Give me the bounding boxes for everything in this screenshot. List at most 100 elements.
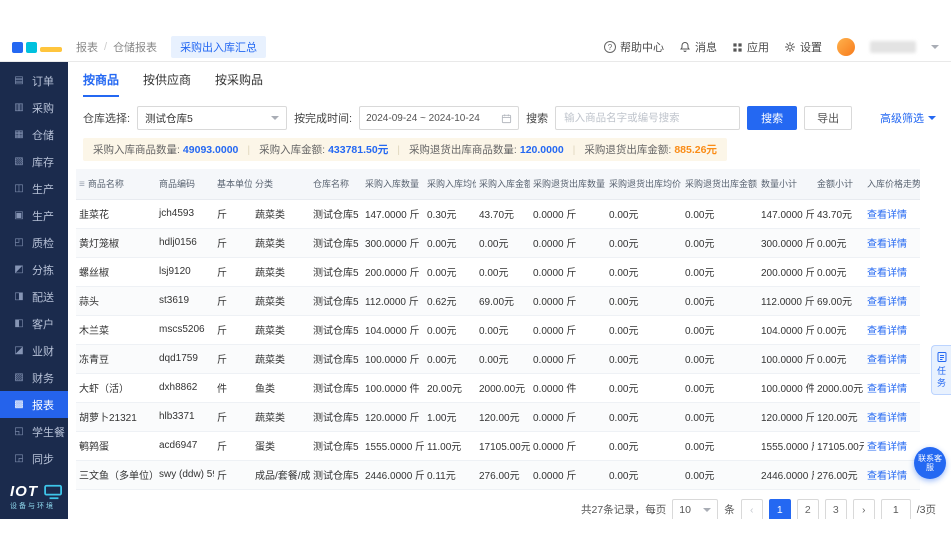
sidebar-nav: ▤订单▥采购▦仓储▧库存◫生产▣生产◰质检◩分拣◨配送◧客户◪业财▨财务▩报表◱… <box>0 67 68 472</box>
table-cell: 17105.00元 <box>476 431 530 460</box>
table-cell: 蔬菜类 <box>252 315 310 344</box>
column-header-12: 数量小计 <box>758 169 814 199</box>
avatar[interactable] <box>837 38 855 56</box>
breadcrumb-reports[interactable]: 报表 <box>76 39 98 55</box>
table-cell: 测试仓库5 <box>310 460 362 489</box>
table-row: 蒜头st3619斤蔬菜类测试仓库5112.0000 斤0.62元69.00元0.… <box>76 286 920 315</box>
pagination: 共27条记录，每页 10 条 ‹ 123 › 1 /3页 <box>68 490 951 520</box>
quality-check-icon: ◰ <box>13 237 25 248</box>
page-button-2[interactable]: 2 <box>797 499 819 520</box>
sidebar-item-label: 订单 <box>32 73 54 89</box>
sidebar-item-student-meals[interactable]: ◱学生餐 <box>0 418 68 445</box>
view-detail-link[interactable]: 查看详情 <box>867 442 907 453</box>
table-cell: 1555.0000 斤 <box>758 431 814 460</box>
sidebar-item-delivery[interactable]: ◨配送 <box>0 283 68 310</box>
table-cell: 2446.0000 斤 <box>362 460 424 489</box>
tab-by-product[interactable]: 按商品 <box>83 71 119 97</box>
warehouse-select-value: 测试仓库5 <box>145 111 193 126</box>
table-cell: 螺丝椒 <box>76 257 156 286</box>
date-range-picker[interactable]: 2024-09-24 ~ 2024-10-24 <box>359 106 519 130</box>
tasks-panel-button[interactable]: 任务 <box>931 345 951 395</box>
export-button[interactable]: 导出 <box>804 106 852 130</box>
tasks-label: 任务 <box>937 366 946 387</box>
table-cell: 112.0000 斤 <box>758 286 814 315</box>
sidebar-item-sync[interactable]: ◲同步 <box>0 445 68 472</box>
summary-value: 433781.50元 <box>328 144 388 156</box>
apps-link[interactable]: 应用 <box>732 39 769 55</box>
table-cell: 测试仓库5 <box>310 373 362 402</box>
prev-page-button[interactable]: ‹ <box>741 499 763 520</box>
column-header-label: 采购退货出库金额 <box>685 179 757 189</box>
sidebar-item-production-2[interactable]: ▣生产 <box>0 202 68 229</box>
view-detail-link[interactable]: 查看详情 <box>867 297 907 308</box>
table-cell: 104.0000 斤 <box>362 315 424 344</box>
table-cell: 147.0000 斤 <box>362 199 424 228</box>
sidebar-item-finance[interactable]: ▨财务 <box>0 364 68 391</box>
sidebar-item-quality-check[interactable]: ◰质检 <box>0 229 68 256</box>
table-cell-trend: 查看详情 <box>864 431 920 460</box>
settings-link[interactable]: 设置 <box>784 39 822 55</box>
table-cell: 鹌鹑蛋 <box>76 431 156 460</box>
table-row: 冻青豆dqd1759斤蔬菜类测试仓库5100.0000 斤0.00元0.00元0… <box>76 344 920 373</box>
sidebar-item-customers[interactable]: ◧客户 <box>0 310 68 337</box>
view-detail-link[interactable]: 查看详情 <box>867 471 907 482</box>
table-cell: 1555.0000 斤 <box>362 431 424 460</box>
column-settings-icon[interactable]: ≡ <box>79 179 85 190</box>
view-detail-link[interactable]: 查看详情 <box>867 268 907 279</box>
table-cell: 蒜头 <box>76 286 156 315</box>
messages-link[interactable]: 消息 <box>679 39 717 55</box>
sidebar-item-business-finance[interactable]: ◪业财 <box>0 337 68 364</box>
page-button-3[interactable]: 3 <box>825 499 847 520</box>
help-center-link[interactable]: ? 帮助中心 <box>604 39 664 55</box>
sidebar-item-sorting[interactable]: ◩分拣 <box>0 256 68 283</box>
view-detail-link[interactable]: 查看详情 <box>867 326 907 337</box>
warehouse-select[interactable]: 测试仓库5 <box>137 106 287 130</box>
table-cell: 测试仓库5 <box>310 315 362 344</box>
breadcrumb-warehouse-reports[interactable]: 仓储报表 <box>113 39 157 55</box>
table-cell: 0.00元 <box>606 344 682 373</box>
table-cell: 0.0000 斤 <box>530 257 606 286</box>
table-cell: 120.00元 <box>814 402 864 431</box>
search-button[interactable]: 搜索 <box>747 106 797 130</box>
table-cell: 0.11元 <box>424 460 476 489</box>
sidebar-item-reports[interactable]: ▩报表 <box>0 391 68 418</box>
page-button-1[interactable]: 1 <box>769 499 791 520</box>
table-cell: hdlj0156 <box>156 228 214 257</box>
view-detail-link[interactable]: 查看详情 <box>867 384 907 395</box>
table-cell: 100.0000 斤 <box>362 344 424 373</box>
advanced-filter-link[interactable]: 高级筛选 <box>880 110 936 126</box>
sidebar-item-inventory[interactable]: ▧库存 <box>0 148 68 175</box>
table-cell: 0.0000 斤 <box>530 431 606 460</box>
tab-by-purchase-item[interactable]: 按采购品 <box>215 71 263 97</box>
table-cell: 100.0000 件 <box>362 373 424 402</box>
tab-by-supplier[interactable]: 按供应商 <box>143 71 191 97</box>
report-table: ≡商品名称商品编码基本单位分类仓库名称采购入库数量采购入库均价采购入库金额采购退… <box>76 169 943 490</box>
search-input[interactable] <box>555 106 740 130</box>
summary-label: 采购入库商品数量: <box>93 144 180 156</box>
page-size-select[interactable]: 10 <box>672 499 718 520</box>
sidebar-logo: IOT 设备与环境 <box>10 483 66 511</box>
column-header-4: 分类 <box>252 169 310 199</box>
view-detail-link[interactable]: 查看详情 <box>867 210 907 221</box>
chevron-down-icon[interactable] <box>931 45 939 49</box>
table-cell: 韭菜花 <box>76 199 156 228</box>
view-detail-link[interactable]: 查看详情 <box>867 239 907 250</box>
jump-page-suffix: /3页 <box>917 502 936 517</box>
summary-value: 120.0000 <box>520 144 564 156</box>
sidebar-item-orders[interactable]: ▤订单 <box>0 67 68 94</box>
sidebar-item-production[interactable]: ◫生产 <box>0 175 68 202</box>
jump-page-input[interactable]: 1 <box>881 499 911 520</box>
sidebar-item-purchase[interactable]: ▥采购 <box>0 94 68 121</box>
table-cell: 0.0000 件 <box>530 373 606 402</box>
next-page-button[interactable]: › <box>853 499 875 520</box>
table-cell: 冻青豆 <box>76 344 156 373</box>
contact-support-button[interactable]: 联系客服 <box>914 447 946 479</box>
table-cell: 0.00元 <box>606 402 682 431</box>
sidebar-item-warehouse[interactable]: ▦仓储 <box>0 121 68 148</box>
table-body: 韭菜花jch4593斤蔬菜类测试仓库5147.0000 斤0.30元43.70元… <box>76 199 920 489</box>
table-cell: 三文鱼（多单位） <box>76 460 156 489</box>
view-detail-link[interactable]: 查看详情 <box>867 413 907 424</box>
view-detail-link[interactable]: 查看详情 <box>867 355 907 366</box>
table-cell: 0.00元 <box>682 460 758 489</box>
summary-item: 采购入库金额:433781.50元 <box>259 142 388 157</box>
